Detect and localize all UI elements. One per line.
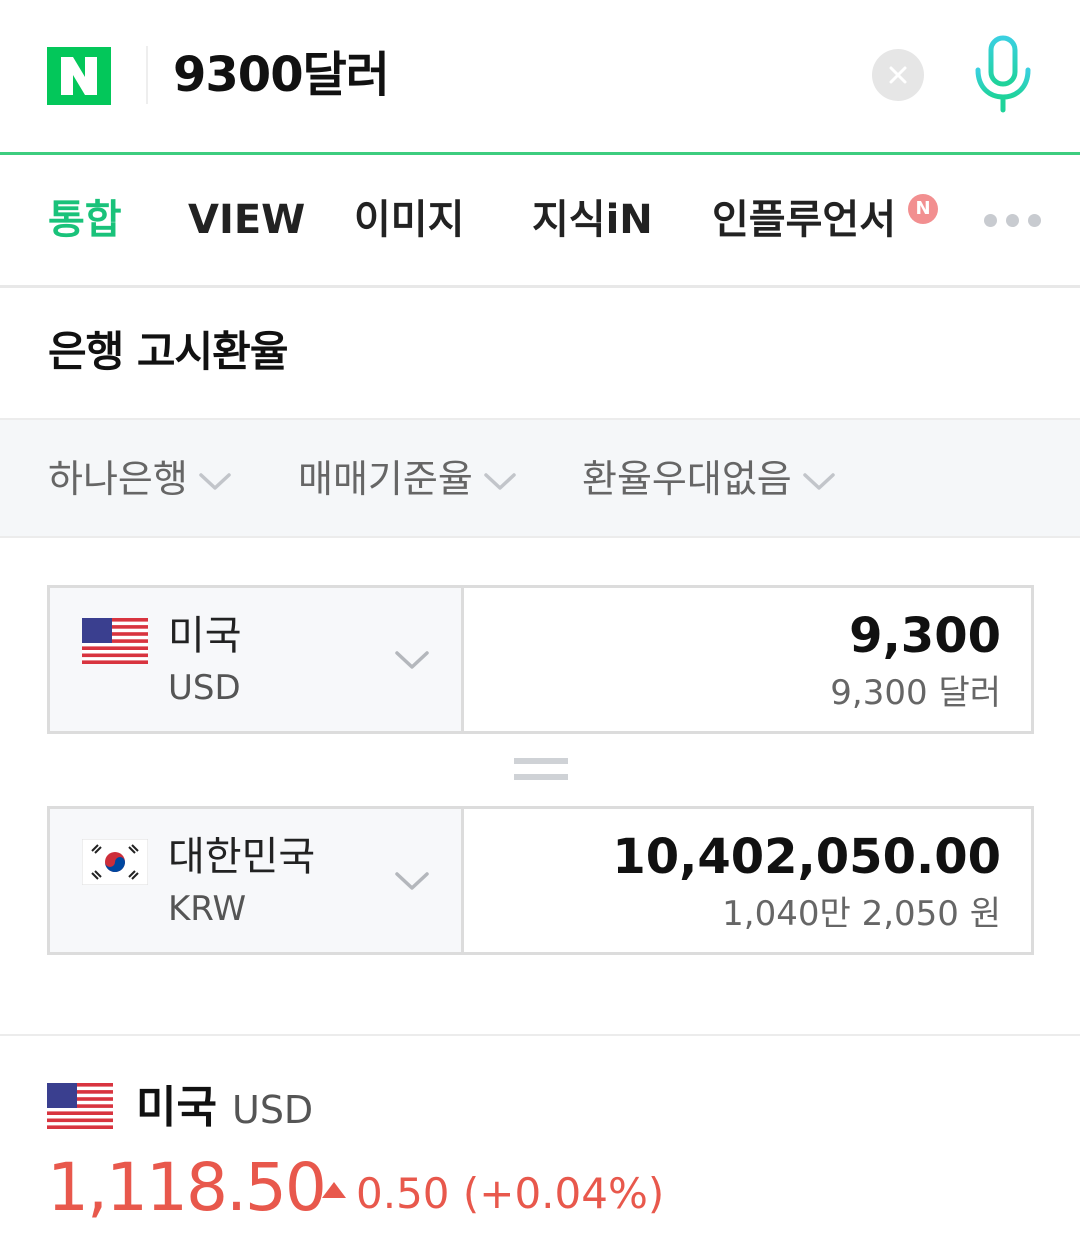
tab-image[interactable]: 이미지	[354, 192, 464, 248]
new-badge: N	[908, 194, 938, 224]
tab-view[interactable]: VIEW	[188, 192, 305, 248]
rate-filter-bar: 하나은행 매매기준율 환율우대없음	[0, 418, 1080, 538]
rate-currency-code: USD	[232, 1088, 314, 1132]
from-amount-input[interactable]: 9,300	[849, 604, 1001, 668]
search-tabs: 통합 VIEW 이미지 지식iN 인플루언서 N	[0, 158, 1080, 288]
section-divider	[0, 1034, 1080, 1036]
preference-select-label: 환율우대없음	[582, 457, 792, 501]
equals-icon	[514, 758, 568, 784]
rate-type-select-label: 매매기준율	[298, 457, 473, 501]
from-currency-code: USD	[168, 668, 241, 708]
rate-change: 0.50 (+0.04%)	[356, 1169, 665, 1218]
triangle-up-icon	[322, 1182, 346, 1198]
tab-integrated[interactable]: 통합	[48, 192, 122, 248]
from-country-name: 미국	[168, 613, 242, 659]
korea-flag-icon	[82, 839, 148, 885]
to-currency-select[interactable]: 대한민국 KRW	[50, 809, 464, 952]
search-query-input[interactable]: 9300달러	[173, 40, 390, 110]
section-title: 은행 고시환율	[48, 327, 288, 376]
exchange-rate-value: 1,118.50	[47, 1149, 327, 1226]
more-tabs-icon[interactable]	[984, 212, 1054, 228]
to-amount-text: 1,040만 2,050 원	[722, 894, 1001, 934]
from-currency-row: 미국 USD 9,300 9,300 달러	[47, 585, 1034, 734]
from-currency-select[interactable]: 미국 USD	[50, 588, 464, 731]
chevron-down-icon	[484, 472, 516, 490]
rate-country-name: 미국	[136, 1082, 217, 1133]
to-amount-value[interactable]: 10,402,050.00	[612, 825, 1001, 889]
us-flag-icon	[82, 618, 148, 664]
chevron-down-icon	[199, 472, 231, 490]
microphone-icon[interactable]	[970, 34, 1036, 114]
to-currency-row: 대한민국 KRW 10,402,050.00 1,040만 2,050 원	[47, 806, 1034, 955]
chevron-down-icon	[803, 472, 835, 490]
from-amount-text: 9,300 달러	[830, 673, 1001, 713]
bank-select-label: 하나은행	[48, 457, 188, 501]
chevron-down-icon	[395, 651, 429, 669]
close-icon	[889, 66, 907, 84]
bank-select[interactable]: 하나은행	[48, 454, 232, 504]
naver-logo-icon[interactable]	[47, 47, 111, 105]
tab-knowledge-in[interactable]: 지식iN	[532, 192, 653, 248]
clear-search-button[interactable]	[872, 49, 924, 101]
preference-select[interactable]: 환율우대없음	[582, 454, 836, 504]
chevron-down-icon	[395, 872, 429, 890]
header-divider	[146, 46, 148, 104]
to-country-name: 대한민국	[168, 834, 316, 880]
tab-influencer[interactable]: 인플루언서	[712, 192, 896, 248]
us-flag-icon	[47, 1083, 113, 1129]
to-currency-code: KRW	[168, 889, 247, 929]
search-header: 9300달러	[0, 0, 1080, 155]
rate-type-select[interactable]: 매매기준율	[298, 454, 517, 504]
